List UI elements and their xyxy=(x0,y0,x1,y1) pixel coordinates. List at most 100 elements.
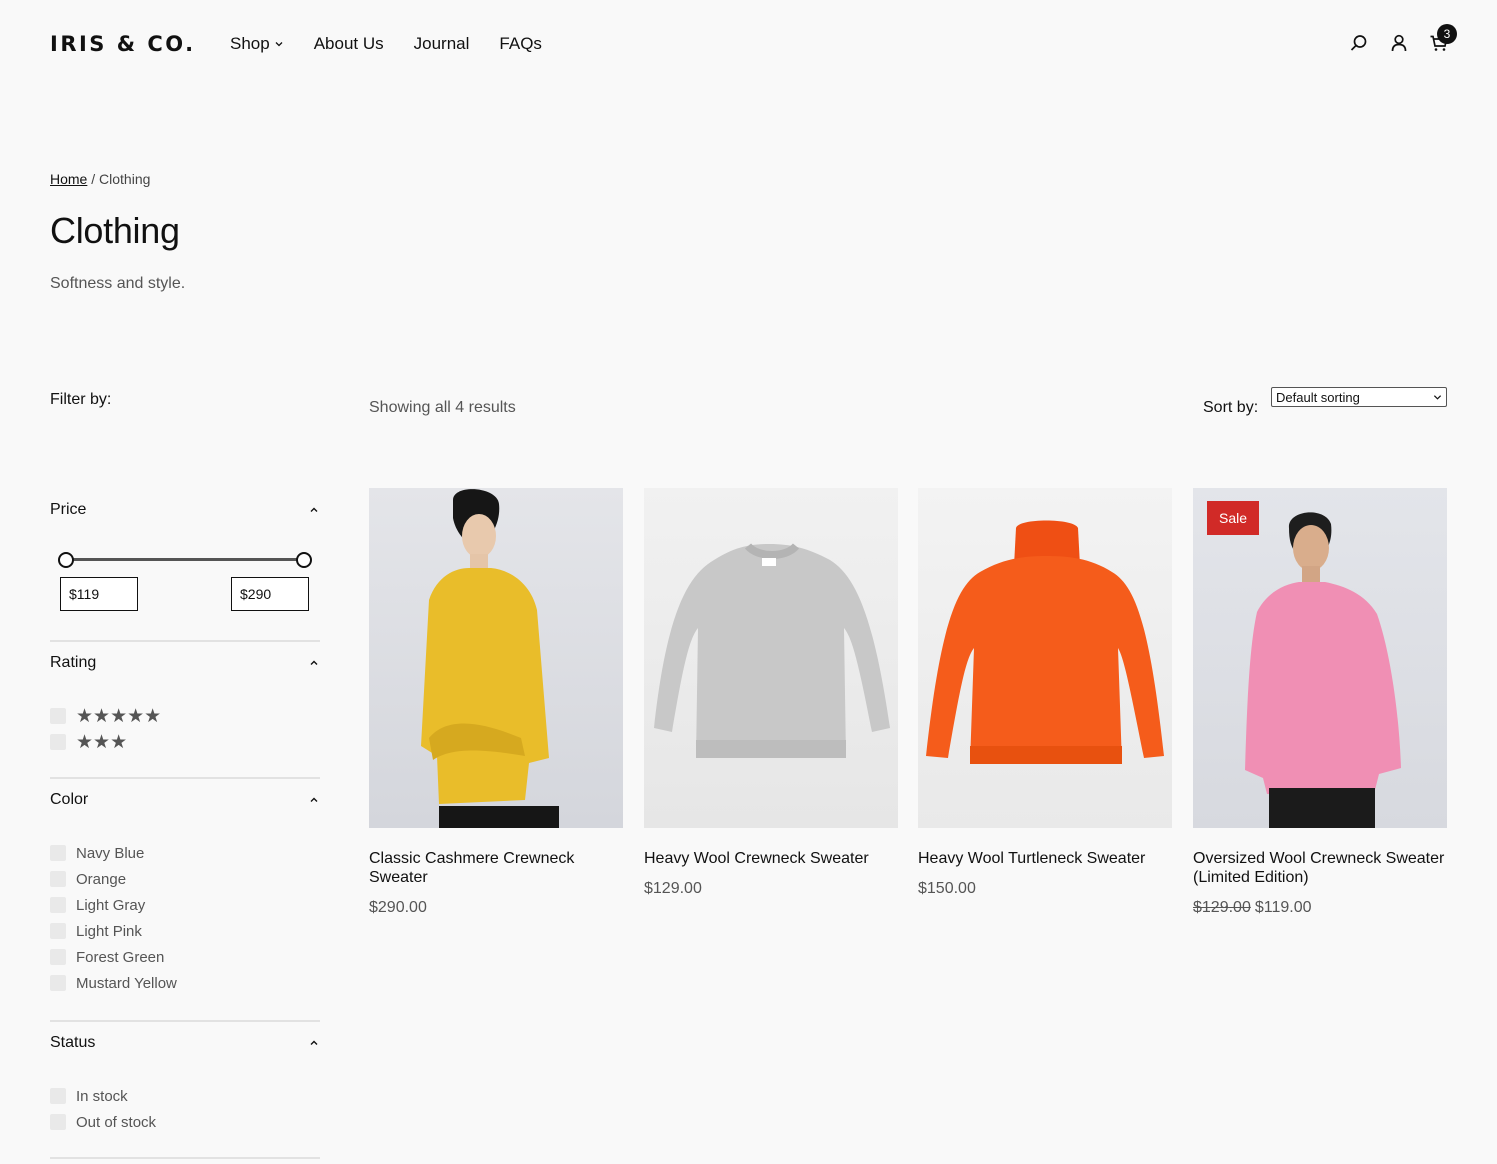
site-logo[interactable]: IRIS & CO. xyxy=(50,32,196,56)
option-label: In stock xyxy=(76,1087,128,1105)
filter-heading: Filter by: xyxy=(50,391,112,408)
product-card[interactable]: Sale Oversized Wool Crewneck Sweater (Li… xyxy=(1193,488,1447,917)
main-nav: Shop About Us Journal FAQs xyxy=(230,34,542,54)
breadcrumb-separator: / xyxy=(91,171,96,187)
color-options: Navy Blue Orange Light Gray Light Pink F… xyxy=(50,840,320,996)
chevron-up-icon xyxy=(310,660,318,665)
chevron-up-icon xyxy=(310,507,318,512)
nav-label: Journal xyxy=(413,34,470,53)
rating-filter: Rating ★★★★★ ★★★ xyxy=(50,653,320,755)
option-label: Mustard Yellow xyxy=(76,974,177,992)
price-original: $129.00 xyxy=(1193,899,1251,916)
product-card[interactable]: Heavy Wool Turtleneck Sweater $150.00 xyxy=(918,488,1172,898)
nav-item-shop[interactable]: Shop xyxy=(230,34,284,54)
price-current: $129.00 xyxy=(644,880,702,897)
option-label: Out of stock xyxy=(76,1113,157,1131)
option-label: Navy Blue xyxy=(76,844,145,862)
checkbox[interactable] xyxy=(50,734,66,750)
five-star-icons: ★★★★★ xyxy=(76,705,162,727)
option-label: Orange xyxy=(76,870,127,888)
price-range-slider[interactable] xyxy=(58,551,312,569)
status-option[interactable]: In stock xyxy=(50,1083,320,1109)
page-title: Clothing xyxy=(50,210,180,251)
product-name[interactable]: Oversized Wool Crewneck Sweater (Limited… xyxy=(1193,849,1447,887)
checkbox[interactable] xyxy=(50,975,66,991)
header-icons: 3 xyxy=(1349,24,1457,53)
color-filter: Color Navy Blue Orange Light Gray Light … xyxy=(50,790,320,996)
three-star-icons: ★★★ xyxy=(76,731,128,753)
slider-min-handle[interactable] xyxy=(58,552,74,568)
color-option[interactable]: Light Gray xyxy=(50,892,320,918)
checkbox[interactable] xyxy=(50,708,66,724)
chevron-down-icon xyxy=(1433,395,1442,400)
rating-filter-toggle[interactable]: Rating xyxy=(50,653,320,673)
color-option[interactable]: Mustard Yellow xyxy=(50,970,320,996)
status-filter: Status In stock Out of stock xyxy=(50,1033,320,1135)
product-image[interactable] xyxy=(918,488,1172,828)
product-name[interactable]: Classic Cashmere Crewneck Sweater xyxy=(369,849,623,887)
price-max-input[interactable]: $290 xyxy=(231,577,309,611)
checkbox[interactable] xyxy=(50,1114,66,1130)
checkbox[interactable] xyxy=(50,949,66,965)
slider-max-handle[interactable] xyxy=(296,552,312,568)
chevron-up-icon xyxy=(310,797,318,802)
breadcrumb-home-link[interactable]: Home xyxy=(50,171,87,187)
status-options: In stock Out of stock xyxy=(50,1083,320,1135)
account-button[interactable] xyxy=(1389,33,1407,53)
sale-badge: Sale xyxy=(1207,501,1260,535)
nav-label: About Us xyxy=(313,34,384,53)
cart-button[interactable]: 3 xyxy=(1429,24,1457,53)
product-price: $129.00 xyxy=(644,880,898,898)
checkbox[interactable] xyxy=(50,923,66,939)
user-icon xyxy=(1391,34,1407,52)
sort-value: Default sorting xyxy=(1276,389,1360,405)
price-current: $290.00 xyxy=(369,899,427,916)
nav-label: FAQs xyxy=(499,34,542,53)
filter-label: Price xyxy=(50,501,87,518)
price-min-input[interactable]: $119 xyxy=(60,577,138,611)
product-card[interactable]: Heavy Wool Crewneck Sweater $129.00 xyxy=(644,488,898,898)
checkbox[interactable] xyxy=(50,897,66,913)
product-name[interactable]: Heavy Wool Turtleneck Sweater xyxy=(918,849,1172,868)
price-current: $119.00 xyxy=(1254,899,1312,916)
breadcrumb-current: Clothing xyxy=(99,171,151,187)
product-photo-yellow-sweater xyxy=(421,489,559,828)
rating-options: ★★★★★ ★★★ xyxy=(50,703,320,755)
nav-label: Shop xyxy=(230,34,270,53)
chevron-up-icon xyxy=(310,1040,318,1045)
status-option[interactable]: Out of stock xyxy=(50,1109,320,1135)
product-card[interactable]: Classic Cashmere Crewneck Sweater $290.0… xyxy=(369,488,623,917)
option-label: Light Pink xyxy=(76,922,142,940)
rating-option-5[interactable]: ★★★★★ xyxy=(50,703,320,729)
status-filter-toggle[interactable]: Status xyxy=(50,1033,320,1053)
chevron-down-icon xyxy=(275,42,283,47)
sort-label: Sort by: xyxy=(1203,399,1259,416)
product-photo-orange-turtleneck xyxy=(926,520,1164,764)
rating-option-3[interactable]: ★★★ xyxy=(50,729,320,755)
product-photo-gray-sweater xyxy=(654,543,890,758)
color-filter-toggle[interactable]: Color xyxy=(50,790,320,810)
price-filter-toggle[interactable]: Price xyxy=(50,500,320,520)
color-option[interactable]: Light Pink xyxy=(50,918,320,944)
checkbox[interactable] xyxy=(50,871,66,887)
color-option[interactable]: Orange xyxy=(50,866,320,892)
nav-item-about[interactable]: About Us xyxy=(314,34,384,54)
sort-select[interactable]: Default sorting xyxy=(1271,387,1447,407)
product-image[interactable]: Sale xyxy=(1193,488,1447,828)
color-option[interactable]: Navy Blue xyxy=(50,840,320,866)
nav-item-faqs[interactable]: FAQs xyxy=(499,34,542,54)
product-photo-pink-sweater xyxy=(1245,512,1401,828)
breadcrumb: Home / Clothing xyxy=(50,171,150,187)
checkbox[interactable] xyxy=(50,1088,66,1104)
filter-label: Status xyxy=(50,1034,96,1051)
product-image[interactable] xyxy=(369,488,623,828)
search-button[interactable] xyxy=(1349,33,1367,53)
nav-item-journal[interactable]: Journal xyxy=(414,34,470,54)
checkbox[interactable] xyxy=(50,845,66,861)
color-option[interactable]: Forest Green xyxy=(50,944,320,970)
product-image[interactable] xyxy=(644,488,898,828)
product-name[interactable]: Heavy Wool Crewneck Sweater xyxy=(644,849,898,868)
divider xyxy=(50,640,320,642)
divider xyxy=(50,1020,320,1022)
divider xyxy=(50,777,320,779)
